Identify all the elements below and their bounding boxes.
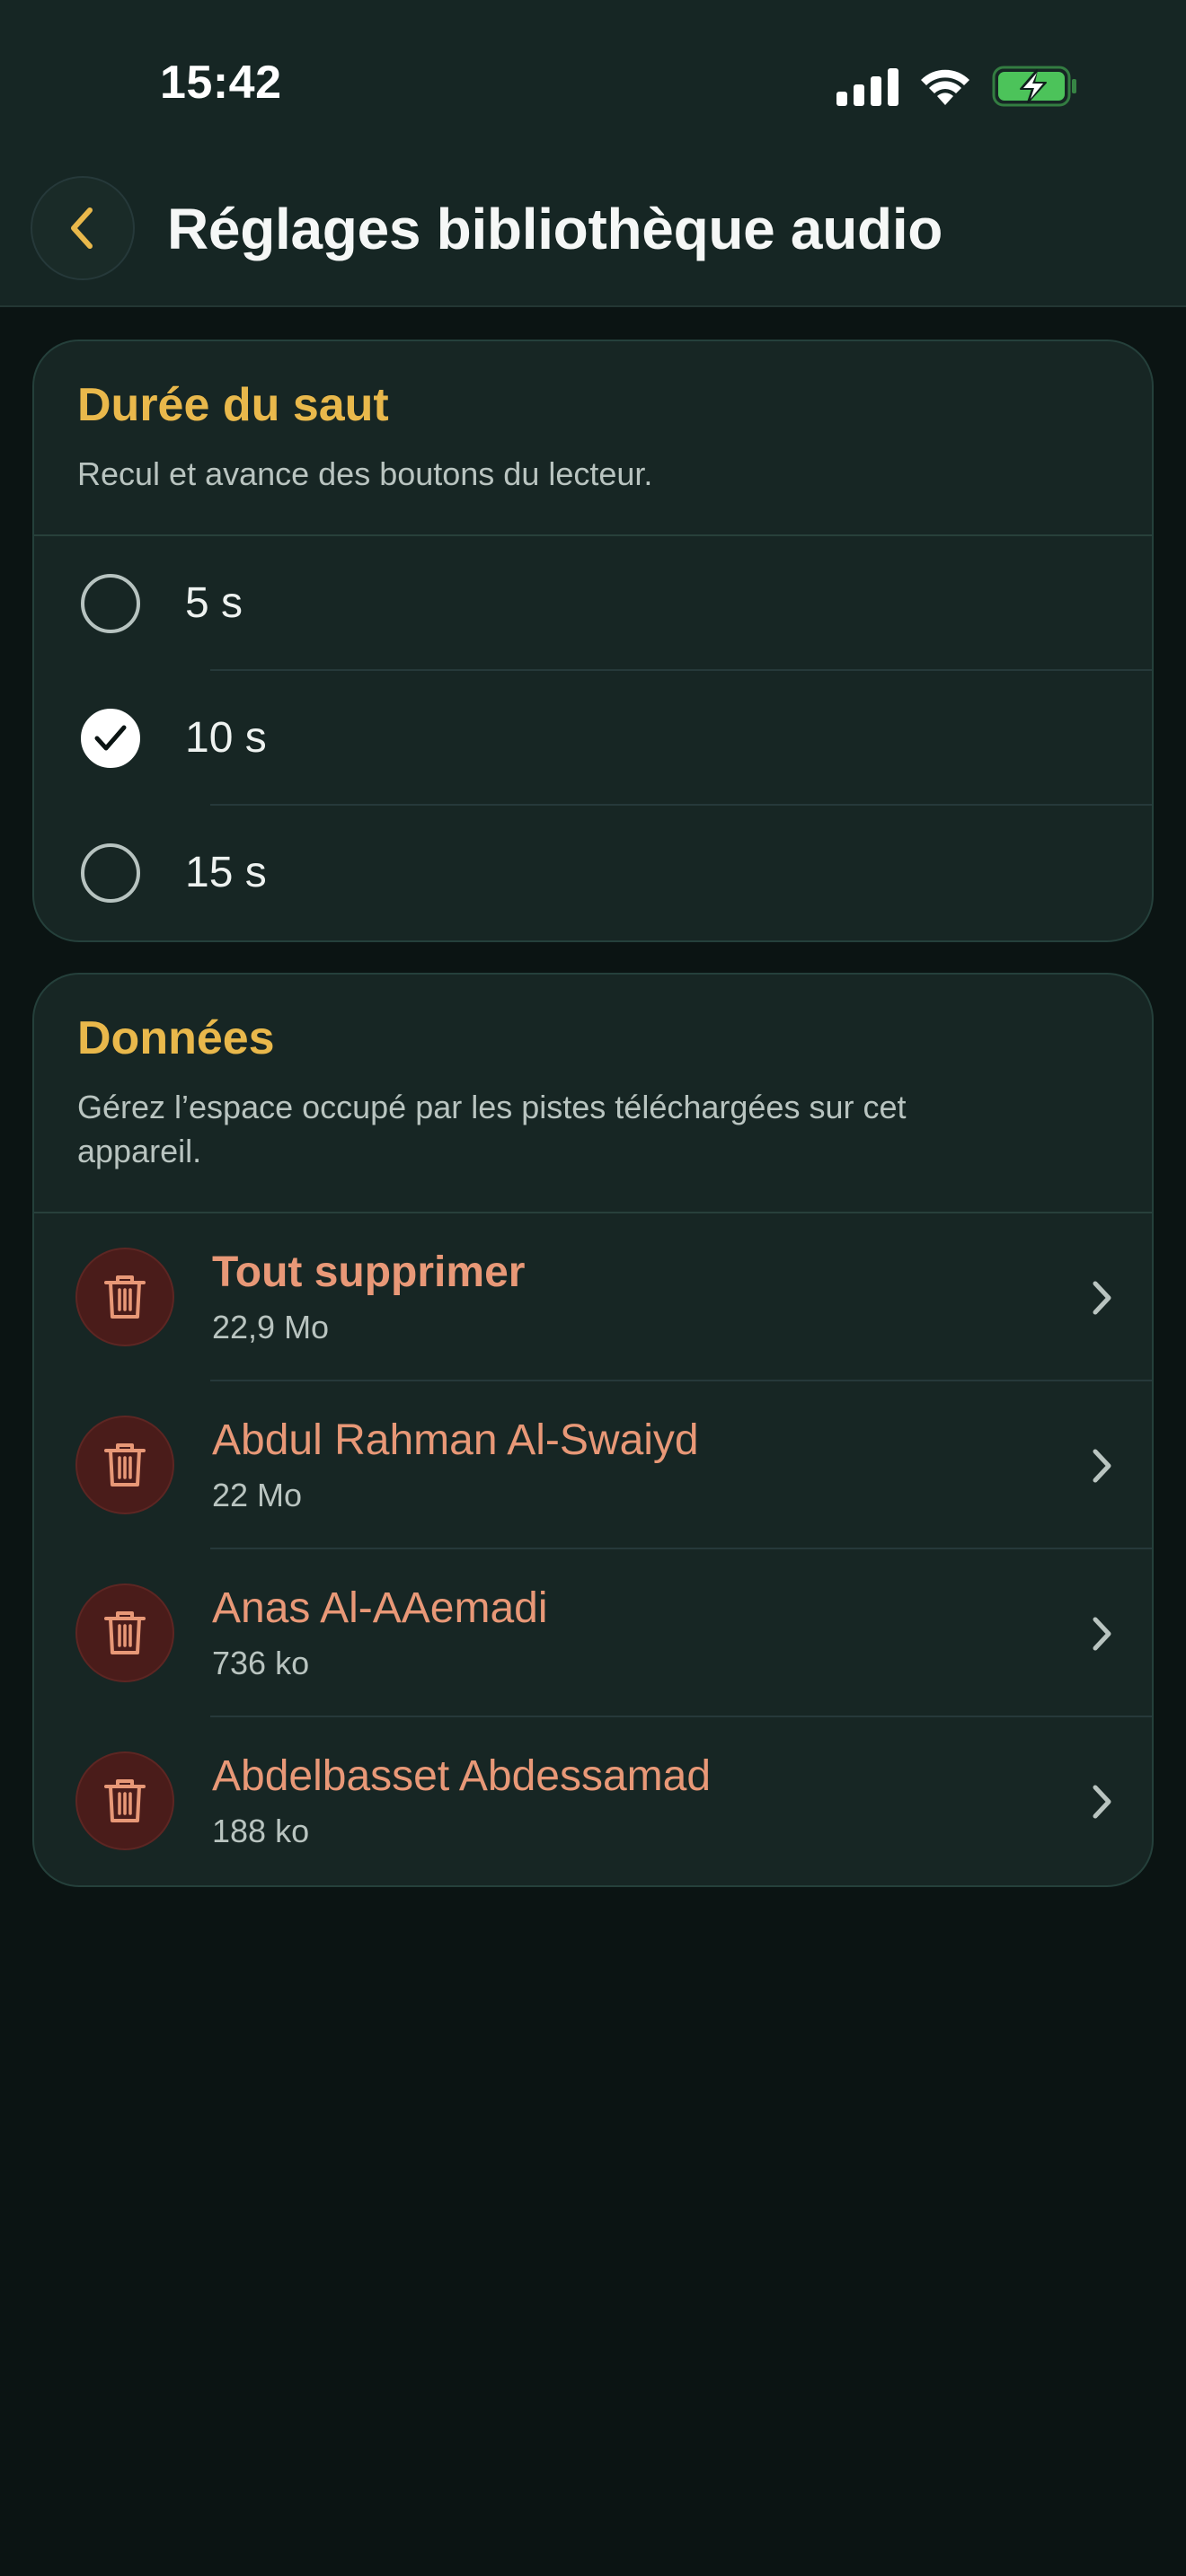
chevron-right-icon (1093, 1281, 1111, 1315)
status-time: 15:42 (160, 57, 282, 109)
row-size: 188 ko (212, 1812, 310, 1849)
reciter-row[interactable]: Abdelbasset Abdessamad 188 ko (34, 1717, 1152, 1885)
skip-duration-card: Durée du saut Recul et avance des bouton… (32, 340, 1154, 942)
delete-all-row[interactable]: Tout supprimer 22,9 Mo (34, 1213, 1152, 1381)
trash-button[interactable] (75, 1415, 174, 1514)
wifi-icon (921, 69, 969, 105)
data-subtitle: Gérez l’espace occupé par les pistes tél… (77, 1089, 907, 1169)
trash-icon (104, 1275, 146, 1319)
trash-button[interactable] (75, 1751, 174, 1850)
skip-duration-header: Durée du saut Recul et avance des bouton… (34, 341, 1152, 536)
skip-duration-title: Durée du saut (77, 379, 389, 431)
back-button[interactable] (31, 176, 135, 280)
row-title: Anas Al-AAemadi (212, 1584, 548, 1632)
skip-option-10s[interactable]: 10 s (34, 671, 1152, 806)
chevron-left-icon (71, 207, 93, 249)
skip-option-label: 5 s (185, 579, 243, 628)
skip-option-label: 10 s (185, 714, 267, 763)
trash-button[interactable] (75, 1247, 174, 1346)
data-title: Données (77, 1012, 275, 1064)
battery-charging-icon (992, 66, 1076, 107)
page-title: Réglages bibliothèque audio (167, 197, 943, 261)
trash-icon (104, 1610, 146, 1654)
skip-option-15s[interactable]: 15 s (34, 806, 1152, 940)
row-title: Abdelbasset Abdessamad (212, 1751, 712, 1800)
skip-option-label: 15 s (185, 849, 267, 897)
trash-button[interactable] (75, 1583, 174, 1682)
row-size: 736 ko (212, 1644, 310, 1681)
chevron-right-icon (1093, 1617, 1111, 1651)
cellular-signal-icon (836, 66, 898, 106)
data-header: Données Gérez l’espace occupé par les pi… (34, 975, 1152, 1213)
status-icons (836, 65, 1078, 108)
chevron-right-icon (1093, 1449, 1111, 1483)
skip-option-5s[interactable]: 5 s (34, 536, 1152, 671)
data-card: Données Gérez l’espace occupé par les pi… (32, 973, 1154, 1887)
radio-unchecked-icon[interactable] (81, 573, 140, 633)
row-size: 22,9 Mo (212, 1308, 330, 1345)
top-bar: 15:42 Réglages bibliothèque audio (0, 0, 1186, 307)
row-title: Tout supprimer (212, 1248, 526, 1296)
trash-icon (104, 1778, 146, 1822)
reciter-row[interactable]: Anas Al-AAemadi 736 ko (34, 1549, 1152, 1717)
checkmark-icon (94, 725, 127, 751)
radio-unchecked-icon[interactable] (81, 842, 140, 903)
row-size: 22 Mo (212, 1476, 303, 1513)
radio-checked-icon[interactable] (81, 708, 140, 768)
row-title: Abdul Rahman Al-Swaiyd (212, 1416, 699, 1464)
reciter-row[interactable]: Abdul Rahman Al-Swaiyd 22 Mo (34, 1381, 1152, 1549)
skip-duration-subtitle: Recul et avance des boutons du lecteur. (77, 455, 653, 493)
trash-icon (104, 1442, 146, 1486)
chevron-right-icon (1093, 1785, 1111, 1819)
